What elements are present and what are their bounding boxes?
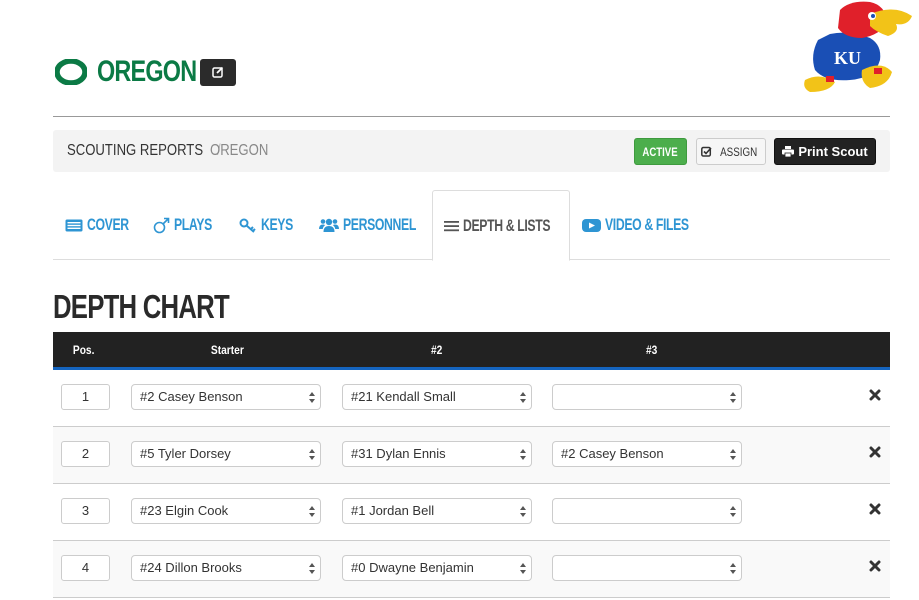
select-arrows-icon	[520, 506, 526, 517]
select-arrows-icon	[309, 449, 315, 460]
position-input[interactable]: 4	[61, 555, 110, 581]
report-tabs: COVER PLAYS KEYS PERSONNEL DEPTH & LISTS…	[53, 190, 890, 261]
remove-row-icon[interactable]	[869, 503, 881, 515]
third-string-select[interactable]	[552, 498, 742, 524]
bars-icon	[444, 220, 459, 232]
select-arrows-icon	[520, 449, 526, 460]
starter-select[interactable]: #2 Casey Benson	[131, 384, 321, 410]
column-header-starter: Starter	[210, 343, 244, 357]
table-row: 4 #24 Dillon Brooks #0 Dwayne Benjamin	[53, 541, 890, 598]
second-string-select[interactable]: #21 Kendall Small	[342, 384, 532, 410]
tab-personnel[interactable]: PERSONNEL	[319, 190, 444, 260]
print-scout-button[interactable]: Print Scout	[774, 138, 876, 165]
third-string-select[interactable]	[552, 555, 742, 581]
third-string-select[interactable]: #2 Casey Benson	[552, 441, 742, 467]
depth-chart-table: Pos. Starter #2 #3 1 #2 Casey Benson #21…	[53, 332, 890, 598]
table-row: 3 #23 Elgin Cook #1 Jordan Bell	[53, 484, 890, 541]
tab-video-files[interactable]: VIDEO & FILES	[582, 190, 721, 260]
tab-keys[interactable]: KEYS	[239, 190, 305, 260]
select-arrows-icon	[730, 563, 736, 574]
select-arrows-icon	[520, 392, 526, 403]
select-arrows-icon	[309, 392, 315, 403]
remove-row-icon[interactable]	[869, 446, 881, 458]
starter-select[interactable]: #5 Tyler Dorsey	[131, 441, 321, 467]
breadcrumb-bar: SCOUTING REPORTS / OREGON ACTIVE ASSIGN …	[53, 130, 890, 172]
kansas-jayhawk-logo: KU	[800, 0, 919, 100]
position-input[interactable]: 3	[61, 498, 110, 524]
remove-row-icon[interactable]	[869, 560, 881, 572]
tab-cover[interactable]: COVER	[65, 190, 145, 260]
select-arrows-icon	[730, 449, 736, 460]
users-icon	[319, 217, 339, 233]
tab-plays[interactable]: PLAYS	[153, 190, 227, 260]
key-icon	[239, 218, 257, 233]
column-header-second: #2	[431, 343, 443, 357]
depth-chart-title: DEPTH CHART	[53, 288, 230, 325]
second-string-select[interactable]: #0 Dwayne Benjamin	[342, 555, 532, 581]
check-square-icon	[700, 146, 712, 157]
second-string-select[interactable]: #31 Dylan Ennis	[342, 441, 532, 467]
position-input[interactable]: 2	[61, 441, 110, 467]
select-arrows-icon	[730, 506, 736, 517]
third-string-select[interactable]	[552, 384, 742, 410]
starter-select[interactable]: #23 Elgin Cook	[131, 498, 321, 524]
print-icon	[782, 146, 795, 157]
second-string-select[interactable]: #1 Jordan Bell	[342, 498, 532, 524]
starter-select[interactable]: #24 Dillon Brooks	[131, 555, 321, 581]
list-alt-icon	[65, 219, 83, 232]
header-divider	[53, 116, 890, 117]
position-input[interactable]: 1	[61, 384, 110, 410]
assign-button[interactable]: ASSIGN	[696, 138, 766, 165]
table-row: 2 #5 Tyler Dorsey #31 Dylan Ennis #2 Cas…	[53, 427, 890, 484]
table-row: 1 #2 Casey Benson #21 Kendall Small	[53, 370, 890, 427]
play-icon	[582, 218, 601, 232]
edit-team-button[interactable]	[200, 58, 236, 86]
breadcrumb: SCOUTING REPORTS / OREGON	[67, 142, 281, 160]
column-header-third: #3	[646, 343, 658, 357]
oregon-o-logo-icon	[55, 59, 87, 85]
select-arrows-icon	[309, 563, 315, 574]
breadcrumb-current: OREGON	[210, 142, 269, 159]
edit-icon	[212, 66, 224, 78]
select-arrows-icon	[730, 392, 736, 403]
select-arrows-icon	[520, 563, 526, 574]
column-header-pos: Pos.	[72, 343, 95, 357]
active-status-button[interactable]: ACTIVE	[634, 138, 687, 165]
team-header: OREGON	[55, 55, 236, 89]
male-icon	[153, 217, 170, 234]
breadcrumb-scouting-reports[interactable]: SCOUTING REPORTS	[67, 142, 203, 160]
team-name: OREGON	[97, 55, 197, 88]
tab-depth-lists[interactable]: DEPTH & LISTS	[432, 190, 570, 261]
select-arrows-icon	[309, 506, 315, 517]
table-header: Pos. Starter #2 #3	[53, 332, 890, 370]
svg-text:KU: KU	[834, 48, 861, 68]
remove-row-icon[interactable]	[869, 389, 881, 401]
